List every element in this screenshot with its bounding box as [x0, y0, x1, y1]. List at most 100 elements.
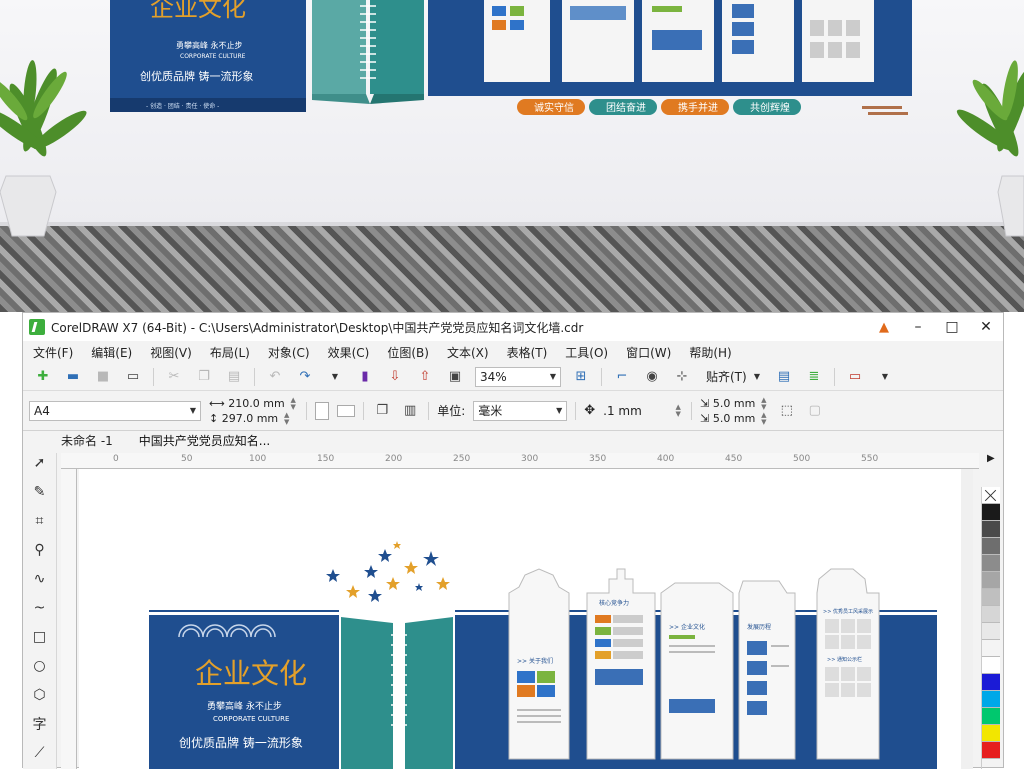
spinner-icon[interactable]: ▲ ▼	[282, 411, 292, 426]
property-bar: A4 ▼ ⟷ 210.0 mm ▲ ▼ ↕ 297.0 mm ▲ ▼ ❐ ▥ 单位:…	[23, 391, 1003, 431]
no-color-swatch[interactable]	[982, 487, 1000, 504]
ellipse-tool-icon[interactable]: ○	[29, 656, 51, 676]
menu-text[interactable]: 文本(X)	[447, 344, 489, 361]
all-pages-icon[interactable]: ❐	[372, 401, 392, 421]
shape-tool-icon[interactable]: ✎	[29, 482, 51, 502]
spinner-icon[interactable]: ▲ ▼	[288, 396, 298, 411]
menu-edit[interactable]: 编辑(E)	[91, 344, 132, 361]
undo-icon[interactable]: ↶	[265, 367, 285, 387]
portrait-icon[interactable]	[315, 401, 330, 420]
color-swatch[interactable]	[982, 555, 1000, 572]
import-icon[interactable]: ⇩	[385, 367, 405, 387]
docker-expand-icon[interactable]: ▶	[987, 453, 995, 464]
duplicate-x-field[interactable]: 5.0 mm	[713, 397, 755, 410]
crop-tool-icon[interactable]: ⌗	[29, 511, 51, 531]
color-swatch[interactable]	[982, 521, 1000, 538]
pick-tool-icon[interactable]: ➚	[29, 453, 51, 473]
text-tool-icon[interactable]: 字	[29, 714, 51, 734]
page-size-combo[interactable]: A4 ▼	[29, 400, 201, 421]
cut-icon[interactable]: ✂	[164, 367, 184, 387]
design-book-right-page	[405, 617, 453, 772]
color-swatch[interactable]	[982, 623, 1000, 640]
artistic-media-icon[interactable]: ~	[29, 598, 51, 618]
options-icon[interactable]: ≣	[804, 367, 824, 387]
duplicate-y-field[interactable]: 5.0 mm	[713, 412, 755, 425]
menu-tools[interactable]: 工具(O)	[565, 344, 608, 361]
horizontal-ruler[interactable]: 0 50 100 150 200 250 300 350 400 450 500…	[61, 453, 979, 469]
tab-culture-wall[interactable]: 中国共产党党员应知名...	[139, 432, 270, 449]
spinner-icon[interactable]: ▲ ▼	[759, 396, 769, 411]
design-slogan-2: CORPORATE CULTURE	[213, 715, 289, 723]
freehand-tool-icon[interactable]: ∿	[29, 569, 51, 589]
print-icon[interactable]: ▭	[123, 367, 143, 387]
nudge-distance-field[interactable]: .1 mm	[603, 404, 665, 418]
menu-bitmaps[interactable]: 位图(B)	[387, 344, 429, 361]
menu-table[interactable]: 表格(T)	[507, 344, 548, 361]
color-swatch[interactable]	[982, 538, 1000, 555]
redo-icon[interactable]: ↷	[295, 367, 315, 387]
welcome-screen-icon[interactable]: ▤	[774, 367, 794, 387]
application-launcher-icon[interactable]: ▭	[845, 367, 865, 387]
color-swatch[interactable]	[982, 606, 1000, 623]
menu-help[interactable]: 帮助(H)	[689, 344, 731, 361]
menu-object[interactable]: 对象(C)	[268, 344, 310, 361]
color-swatch[interactable]	[982, 691, 1000, 708]
spinner-icon[interactable]: ▲ ▼	[759, 411, 769, 426]
user-account-icon[interactable]: ▲	[867, 313, 901, 341]
tab-untitled[interactable]: 未命名 -1	[61, 432, 113, 449]
menu-effects[interactable]: 效果(C)	[328, 344, 370, 361]
vertical-scrollbar[interactable]	[961, 469, 973, 769]
treat-as-filled-icon[interactable]: ⬚	[777, 401, 797, 421]
publish-pdf-icon[interactable]: ▣	[445, 367, 465, 387]
paste-icon[interactable]: ▤	[224, 367, 244, 387]
open-folder-icon[interactable]: ▬	[63, 367, 83, 387]
color-swatch[interactable]	[982, 674, 1000, 691]
color-swatch[interactable]	[982, 572, 1000, 589]
search-content-icon[interactable]: ▮	[355, 367, 375, 387]
landscape-icon[interactable]	[337, 404, 356, 417]
close-button[interactable]: ✕	[969, 313, 1003, 341]
units-combo[interactable]: 毫米 ▼	[473, 400, 568, 421]
snap-to-dropdown[interactable]: 贴齐(T) ▼	[702, 367, 764, 387]
color-swatch[interactable]	[982, 742, 1000, 759]
zoom-level-combo[interactable]: 34% ▼	[475, 366, 561, 387]
toolbar-separator	[601, 367, 602, 386]
color-swatch[interactable]	[982, 504, 1000, 521]
color-swatch[interactable]	[982, 708, 1000, 725]
zoom-tool-icon[interactable]: ⚲	[29, 540, 51, 560]
parallel-dimension-icon[interactable]: ⟋	[29, 743, 51, 763]
copy-icon[interactable]: ❐	[194, 367, 214, 387]
drawing-canvas[interactable]: 企业文化 勇攀高峰 永不止步 CORPORATE CULTURE 创优质品牌 铸…	[79, 469, 973, 772]
save-icon[interactable]: ■	[93, 367, 113, 387]
show-guidelines-icon[interactable]: ⊹	[672, 367, 692, 387]
show-grid-icon[interactable]: ◉	[642, 367, 662, 387]
show-rulers-icon[interactable]: ⌐	[612, 367, 632, 387]
vertical-ruler[interactable]	[61, 469, 77, 769]
color-swatch[interactable]	[982, 657, 1000, 674]
rectangle-tool-icon[interactable]: □	[29, 627, 51, 647]
export-icon[interactable]: ⇧	[415, 367, 435, 387]
menu-layout[interactable]: 布局(L)	[210, 344, 250, 361]
current-page-icon[interactable]: ▥	[400, 401, 420, 421]
left-plant	[0, 60, 87, 237]
color-swatch[interactable]	[982, 589, 1000, 606]
full-screen-icon[interactable]: ⊞	[571, 367, 591, 387]
spinner-icon[interactable]: ▲ ▼	[673, 403, 683, 418]
page-width-field[interactable]: 210.0 mm	[228, 397, 284, 410]
new-document-icon[interactable]: ✚	[33, 367, 53, 387]
maximize-button[interactable]: □	[935, 313, 969, 341]
design-section-culture: >> 企业文化	[669, 623, 705, 631]
color-swatch[interactable]	[982, 640, 1000, 657]
menu-file[interactable]: 文件(F)	[33, 344, 73, 361]
polygon-tool-icon[interactable]: ⬡	[29, 685, 51, 705]
launcher-dropdown-icon[interactable]: ▼	[875, 367, 895, 387]
page-height-field[interactable]: 297.0 mm	[222, 412, 278, 425]
menu-view[interactable]: 视图(V)	[150, 344, 192, 361]
redo-dropdown-icon[interactable]: ▼	[325, 367, 345, 387]
ruler-tick: 450	[725, 454, 743, 464]
minimize-button[interactable]: –	[901, 313, 935, 341]
height-icon: ↕	[209, 411, 219, 425]
menu-window[interactable]: 窗口(W)	[626, 344, 671, 361]
draw-bg-icon[interactable]: ▢	[805, 401, 825, 421]
color-swatch[interactable]	[982, 725, 1000, 742]
